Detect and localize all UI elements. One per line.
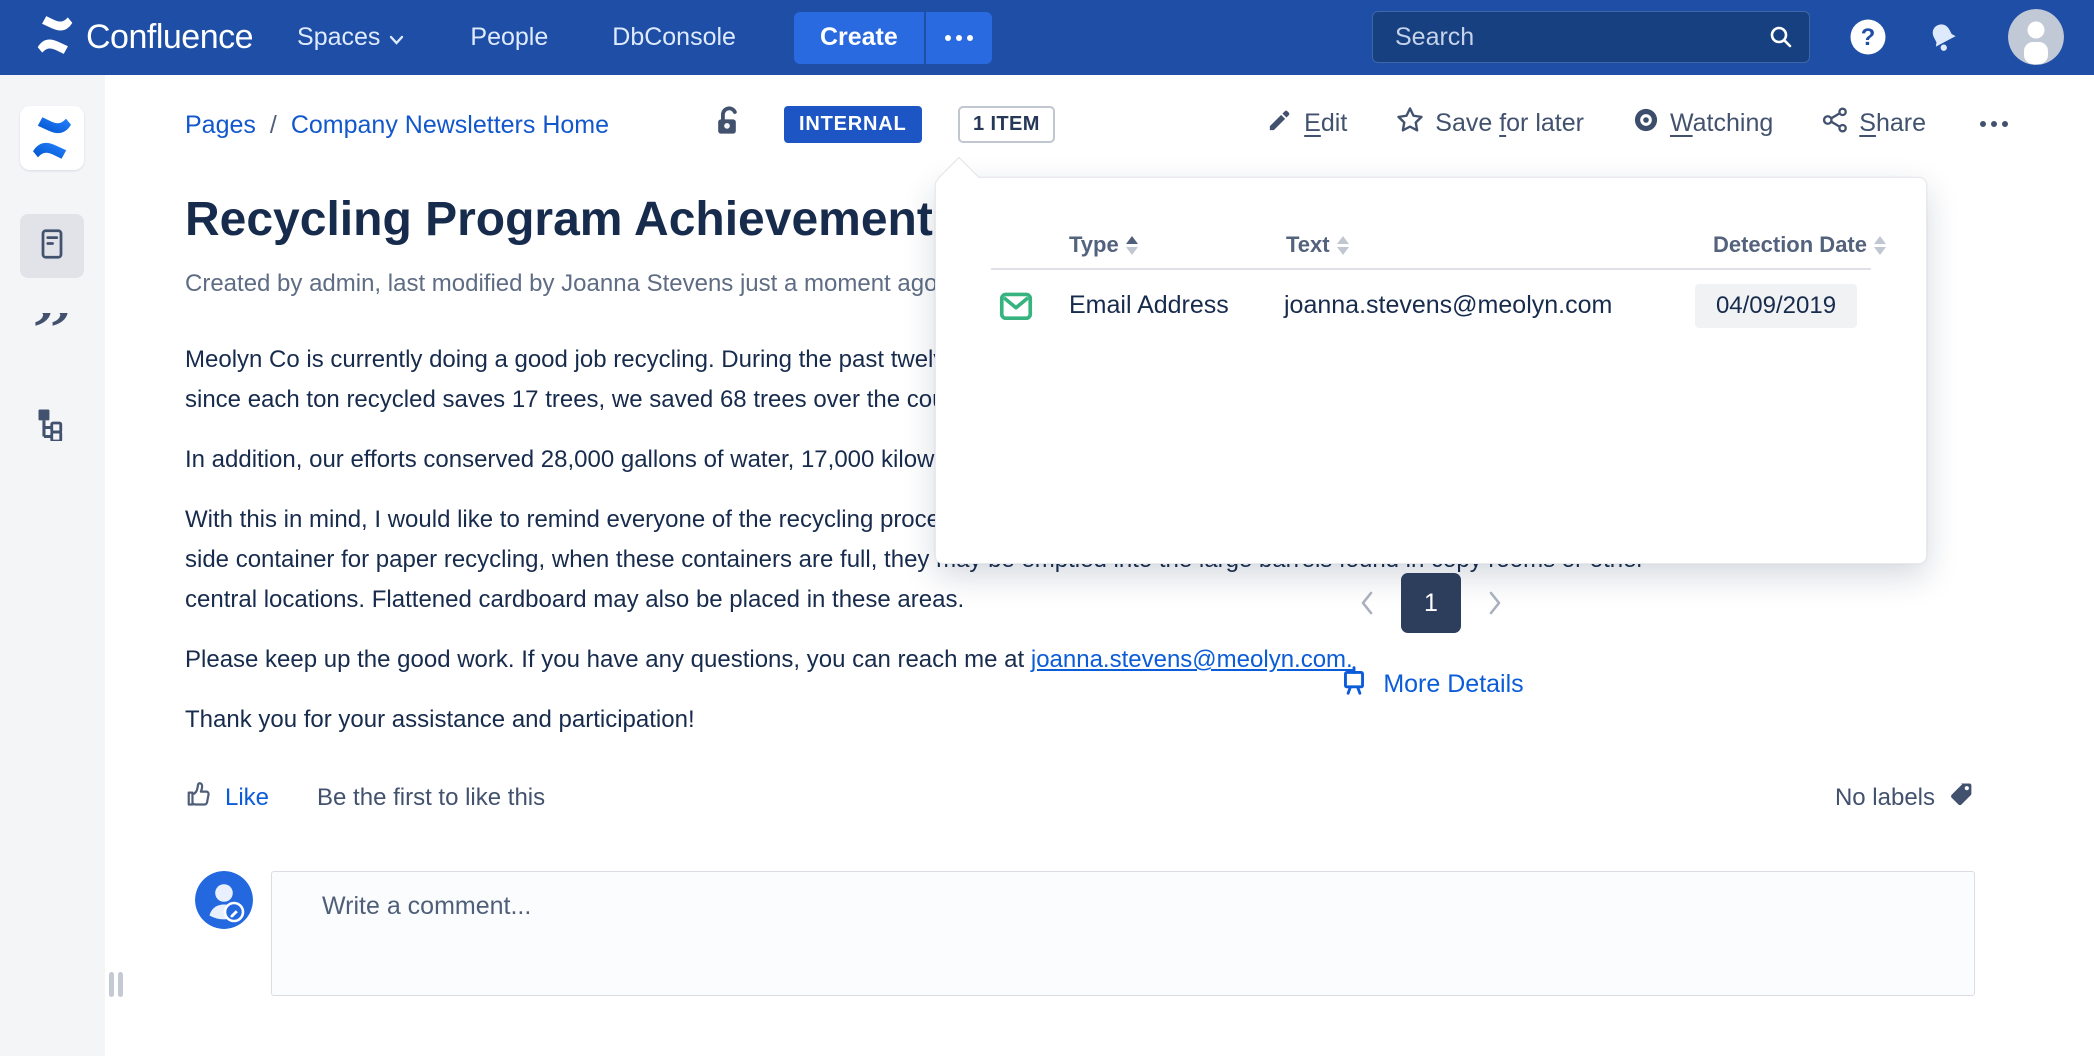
popup-caret [938,157,980,199]
detection-text-cell: joanna.stevens@meolyn.com [1284,291,1612,320]
unlock-icon[interactable] [708,102,746,145]
top-navbar: Confluence Spaces People DbConsole Creat… [0,0,2094,75]
space-logo-icon[interactable] [20,106,84,170]
avatar[interactable] [2008,9,2064,70]
sort-arrows-icon [1874,236,1886,255]
create-more-button[interactable] [926,12,992,64]
detection-date-cell: 04/09/2019 [1695,284,1857,328]
help-icon[interactable]: ? [1848,17,1888,62]
eye-icon [1632,106,1660,141]
user-edit-avatar-icon [195,871,253,934]
breadcrumb-pages-link[interactable]: Pages [185,111,256,140]
share-icon [1821,106,1849,141]
table-header-divider [991,268,1871,270]
share-button[interactable]: Share [1821,106,1926,141]
sort-arrows-icon [1337,236,1349,255]
page-icon [34,226,70,267]
chevron-right-icon[interactable] [1487,590,1503,616]
paragraph: Thank you for your assistance and partic… [185,700,1975,740]
confluence-logo-icon [34,14,76,61]
like-row: Like Be the first to like this No labels [185,780,1975,815]
page-tree-icon [34,405,70,446]
detection-type-cell: Email Address [1069,291,1229,320]
envelope-icon [997,287,1035,330]
sidebar-resize-handle[interactable] [109,972,123,997]
search-icon [1768,24,1794,55]
sort-date-header[interactable]: Detection Date [1713,229,1886,261]
comment-row: Write a comment... [185,871,1975,996]
breadcrumb-separator: / [270,111,277,140]
sidebar-item-blog[interactable]: ” [20,303,84,367]
search-input[interactable] [1372,11,1810,63]
ellipsis-icon [1980,121,2008,127]
space-sidebar: ” [0,75,105,1056]
nav-people[interactable]: People [470,23,548,52]
chevron-down-icon [389,23,404,52]
nav-spaces[interactable]: Spaces [297,23,404,52]
confluence-home-link[interactable]: Confluence [34,14,253,61]
page-more-button[interactable] [1974,115,2014,133]
sidebar-item-page-tree[interactable] [20,393,84,457]
sort-type-header[interactable]: Type [1069,229,1138,261]
thumbs-up-icon[interactable] [185,780,213,815]
internal-classification-badge[interactable]: INTERNAL [784,106,922,143]
tag-icon[interactable] [1947,780,1975,815]
notifications-bell-icon[interactable] [1925,19,1963,62]
svg-text:?: ? [1861,24,1876,51]
ellipsis-icon [945,35,973,41]
star-icon [1395,105,1425,142]
like-button[interactable]: Like [225,784,269,812]
page-number-button[interactable]: 1 [1401,573,1461,633]
breadcrumb: Pages / Company Newsletters Home [185,105,609,145]
comment-input[interactable]: Write a comment... [271,871,1975,996]
nav-dbconsole[interactable]: DbConsole [612,23,736,52]
more-details-link[interactable]: More Details [936,664,1926,705]
detection-scan-icon [1338,664,1370,705]
brand-name: Confluence [86,18,253,57]
pagination: 1 [936,573,1926,633]
detected-items-badge[interactable]: 1 ITEM [958,106,1055,143]
breadcrumb-space-link[interactable]: Company Newsletters Home [291,111,609,140]
save-for-later-button[interactable]: Save for later [1395,105,1584,142]
create-button[interactable]: Create [794,12,924,64]
sidebar-item-pages[interactable] [20,214,84,278]
detections-popup: Type Text Detection Date Email Address j… [935,177,1927,564]
watching-button[interactable]: Watching [1632,106,1773,141]
sort-arrows-icon [1126,236,1138,255]
like-hint: Be the first to like this [317,784,545,812]
edit-button[interactable]: Edit [1266,106,1347,141]
page-actions: Edit Save for later Watching [1266,105,2014,142]
chevron-left-icon[interactable] [1359,590,1375,616]
no-labels-text: No labels [1835,784,1935,812]
pencil-icon [1266,106,1294,141]
quotes-icon: ” [33,313,72,357]
sort-text-header[interactable]: Text [1286,229,1349,261]
